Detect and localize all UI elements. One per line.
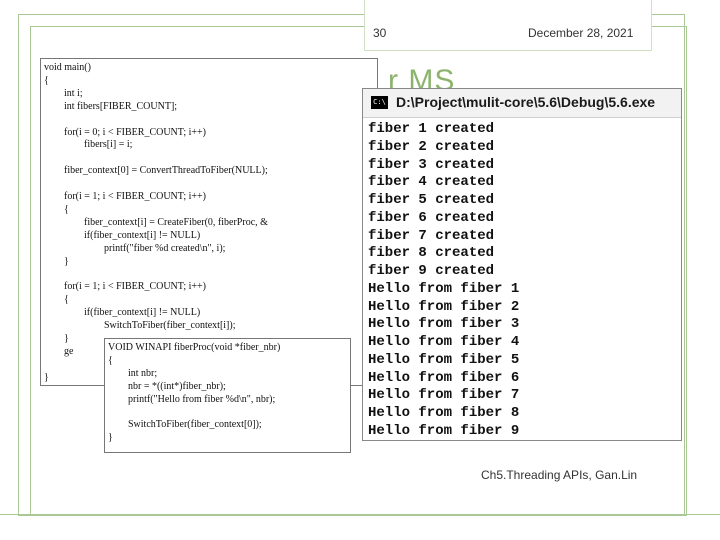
console-app-icon: C:\	[371, 96, 388, 109]
console-line: fiber 6 created	[368, 209, 495, 226]
console-line: Hello from fiber 9	[368, 422, 520, 439]
code-line: SwitchToFiber(fiber_context[0]);	[108, 419, 262, 431]
code-line: {	[44, 203, 69, 215]
console-line: fiber 5 created	[368, 192, 495, 208]
code-line: }	[108, 432, 113, 444]
code-line: }	[44, 332, 69, 344]
code-line: int fibers[FIBER_COUNT];	[44, 100, 178, 112]
code-line: nbr = *((int*)fiber_nbr);	[108, 380, 226, 392]
console-line: Hello from fiber 4	[368, 334, 520, 350]
console-line: Hello from fiber 8	[368, 405, 520, 421]
code-line: }	[44, 255, 69, 267]
slide-bottom-rule	[0, 514, 720, 515]
code-line: int i;	[44, 87, 83, 99]
console-line: fiber 8 created	[368, 245, 495, 262]
code-line: if(fiber_context[i] != NULL)	[44, 229, 201, 241]
code-line: if(fiber_context[i] != NULL)	[44, 307, 201, 319]
code-line: ge	[44, 345, 74, 357]
slide-number: 30	[373, 26, 387, 40]
code-line: printf("fiber %d created\n", i);	[44, 242, 226, 254]
console-line: fiber 1 created	[368, 121, 495, 137]
console-titlebar: C:\ D:\Project\mulit-core\5.6\Debug\5.6.…	[363, 89, 681, 118]
code-line: for(i = 0; i < FIBER_COUNT; i++)	[44, 126, 207, 138]
fiber-proc-code-panel: VOID WINAPI fiberProc(void *fiber_nbr){ …	[104, 338, 351, 453]
console-output: fiber 1 created fiber 2 created fiber 3 cr…	[363, 120, 681, 440]
code-line: {	[108, 354, 113, 366]
code-line: fiber_context[0] = ConvertThreadToFiber(…	[44, 165, 268, 177]
code-line: printf("Hello from fiber %d\n", nbr);	[108, 393, 276, 405]
slide-footer: Ch5.Threading APIs, Gan.Lin	[481, 468, 638, 482]
console-line: Hello from fiber 3	[368, 316, 520, 333]
slide-date: December 28, 2021	[528, 26, 634, 40]
code-line: VOID WINAPI fiberProc(void *fiber_nbr)	[108, 342, 281, 353]
code-line: }	[44, 371, 49, 383]
code-line: fibers[i] = i;	[44, 139, 133, 151]
code-line: for(i = 1; i < FIBER_COUNT; i++)	[44, 191, 207, 202]
console-line: fiber 2 created	[368, 138, 495, 155]
console-line: fiber 9 created	[368, 263, 495, 279]
console-line: Hello from fiber 1	[368, 280, 520, 297]
code-line: for(i = 1; i < FIBER_COUNT; i++)	[44, 281, 207, 293]
console-title: D:\Project\mulit-core\5.6\Debug\5.6.exe	[396, 94, 656, 110]
console-line: Hello from fiber 7	[368, 387, 520, 404]
code-line: SwitchToFiber(fiber_context[i]);	[44, 320, 236, 331]
code-line: fiber_context[i] = CreateFiber(0, fiberP…	[44, 216, 268, 228]
console-line: Hello from fiber 6	[368, 369, 520, 386]
console-window: C:\ D:\Project\mulit-core\5.6\Debug\5.6.…	[362, 88, 682, 441]
console-line: Hello from fiber 5	[368, 351, 520, 368]
code-line: {	[44, 294, 69, 306]
console-line: Hello from fiber 2	[368, 298, 520, 315]
console-line: fiber 3 created	[368, 156, 495, 173]
console-line: fiber 4 created	[368, 174, 495, 191]
console-line: fiber 7 created	[368, 227, 495, 244]
main-code-panel: void main(){ int i; int fibers[FIBER_COU…	[40, 58, 378, 386]
code-line: {	[44, 74, 49, 86]
code-line: int nbr;	[108, 367, 158, 379]
code-line: void main()	[44, 62, 91, 73]
